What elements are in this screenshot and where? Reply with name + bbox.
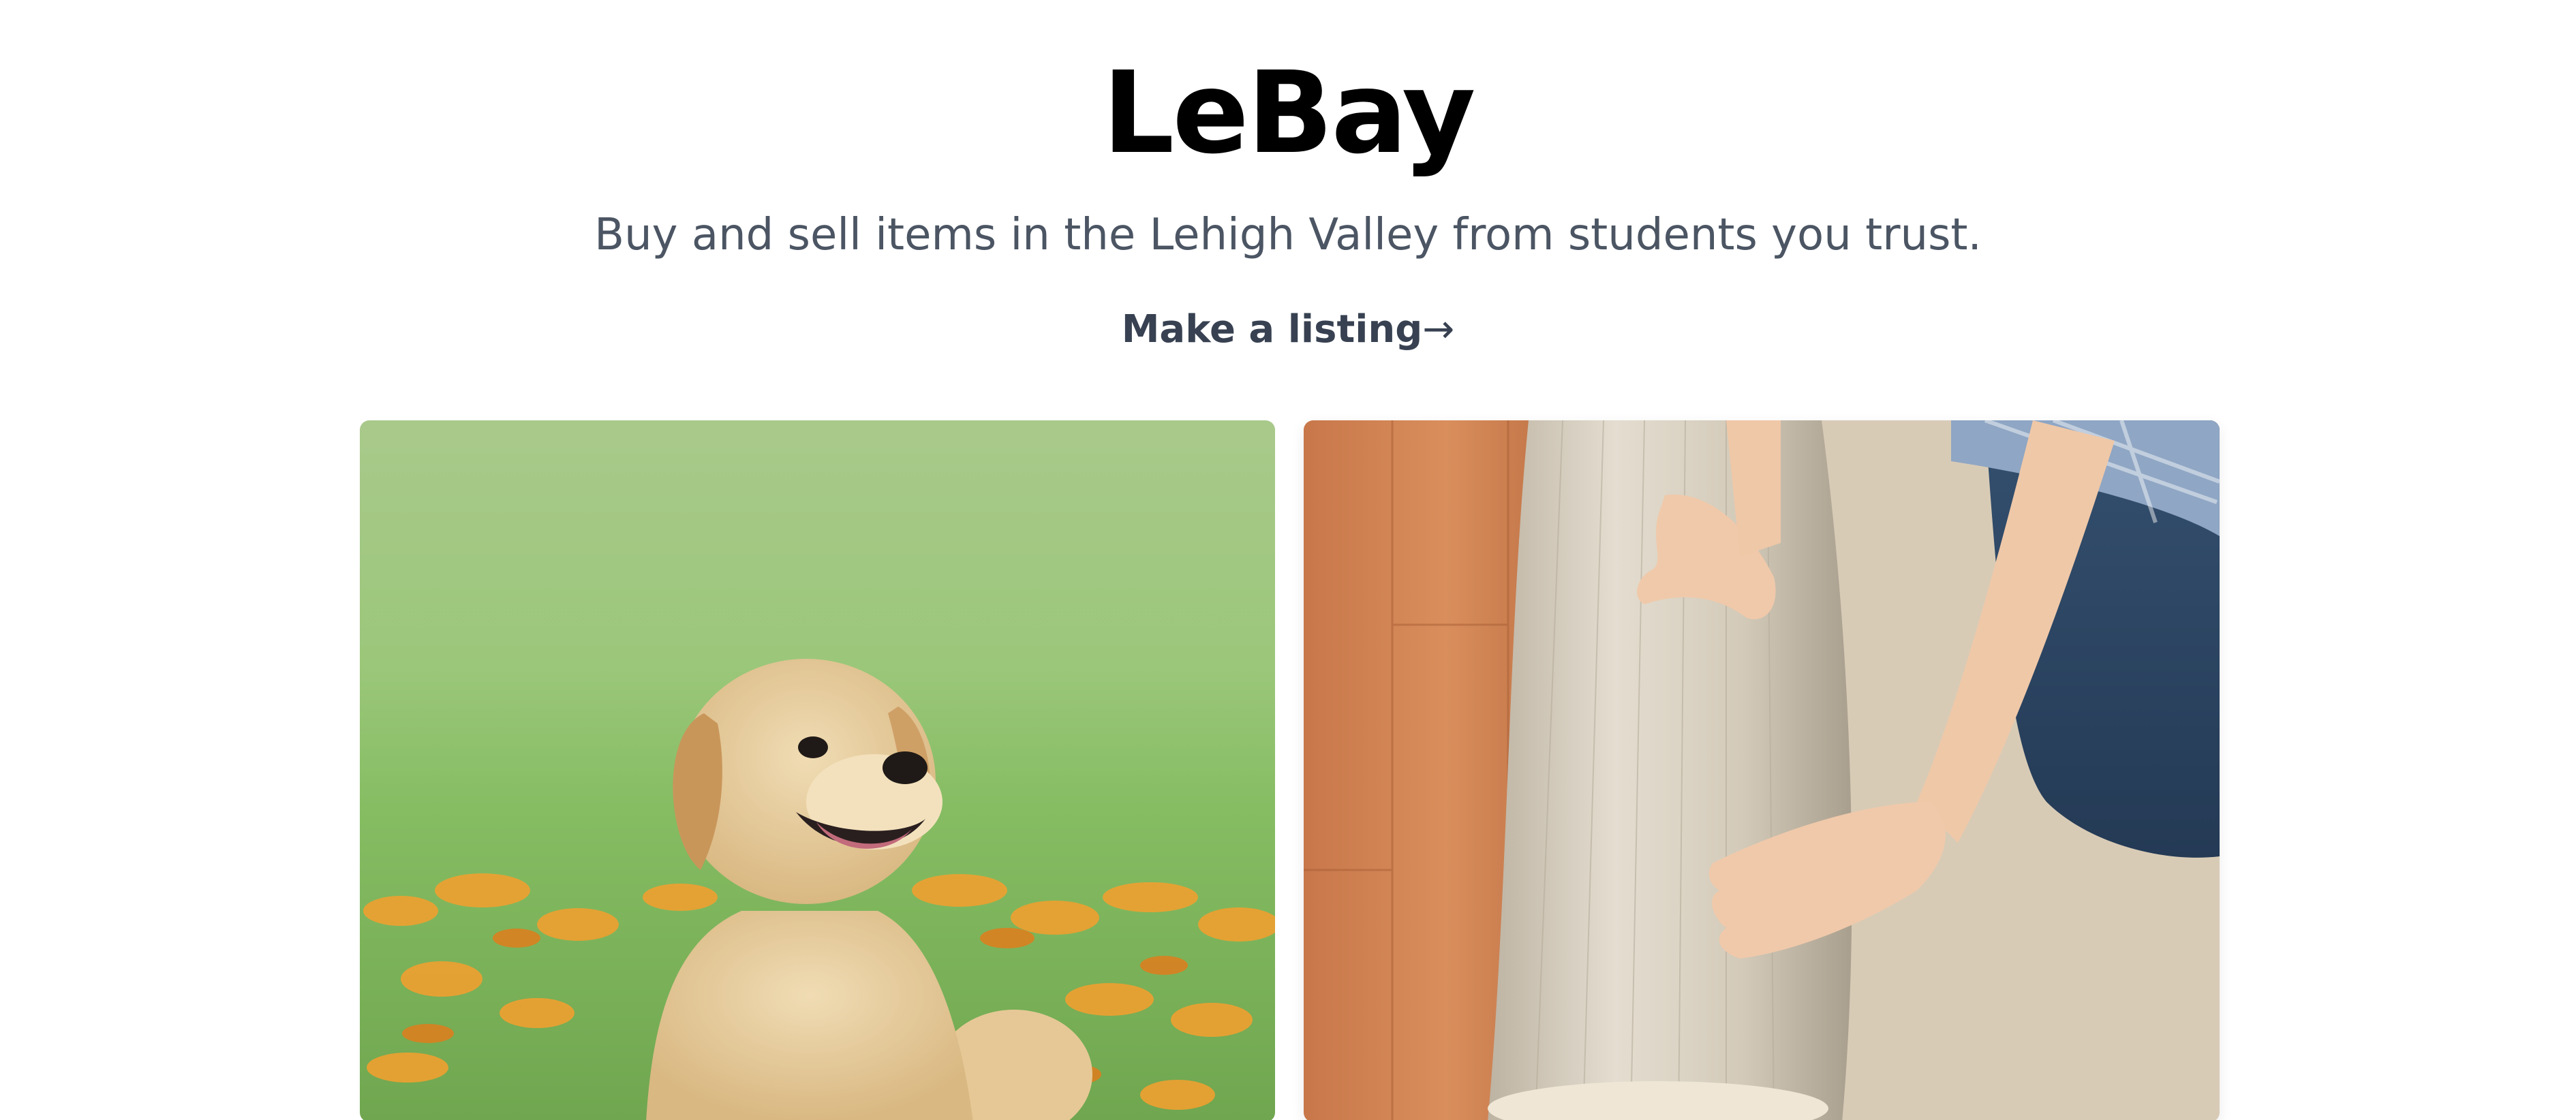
site-tagline: Buy and sell items in the Lehigh Valley … [594, 210, 1982, 260]
carpet-photo [1304, 420, 2220, 1120]
make-listing-link[interactable]: Make a listing→ [0, 302, 2576, 357]
listing-card-carpet[interactable] [1304, 420, 2220, 1120]
make-listing-label: Make a listing [1121, 307, 1423, 352]
puppy-photo [360, 420, 1275, 1120]
arrow-right-icon: → [1422, 307, 1455, 352]
listing-card-puppy[interactable] [360, 420, 1275, 1120]
home-page: LeBay Buy and sell items in the Lehigh V… [0, 0, 2576, 1120]
site-title: LeBay [1102, 48, 1475, 179]
